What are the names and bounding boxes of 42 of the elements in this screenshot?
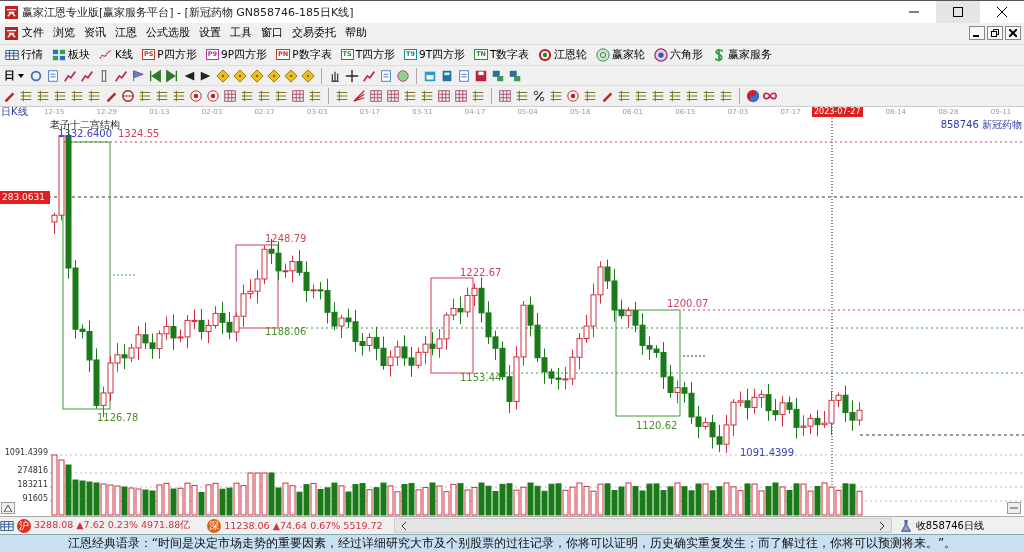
price-tag: 283.0631 <box>0 191 50 205</box>
price-annotation: 1091.4399 <box>740 447 795 459</box>
volume-axis-label: 1091.4399 <box>4 448 48 458</box>
menu-item[interactable]: 交易委托 <box>292 26 336 41</box>
cursor-date-label: 2023-07-27 <box>812 107 863 118</box>
toolbar-button[interactable]: K线 <box>96 45 136 64</box>
price-annotation: 1126.78 <box>97 412 139 424</box>
toolbar-button[interactable]: 板块 <box>49 45 93 64</box>
toolbar-button[interactable]: 行情 <box>2 45 46 64</box>
price-annotation: 1153.44 <box>460 372 502 384</box>
price-annotation: 1120.62 <box>636 420 678 432</box>
menu-item[interactable]: 窗口 <box>261 26 283 41</box>
status-text: 收858746日线 <box>915 518 984 533</box>
period-label: 日K线 <box>1 106 28 119</box>
volume-axis-label: 91605 <box>22 494 48 504</box>
price-annotation: 1188.06 <box>265 326 307 338</box>
menu-item[interactable]: 公式选股 <box>146 26 190 41</box>
menu-item[interactable]: 资讯 <box>84 26 106 41</box>
menu-item[interactable]: 江恩 <box>115 26 137 41</box>
price-annotation: 1200.07 <box>667 298 709 310</box>
period-dropdown[interactable]: 日 <box>2 66 26 85</box>
price-annotation: 1248.79 <box>265 233 307 245</box>
menu-item[interactable]: 浏览 <box>53 26 75 41</box>
menu-item[interactable]: 设置 <box>199 26 221 41</box>
menu-item[interactable]: 文件 <box>22 26 44 41</box>
toolbar-button[interactable]: 赢家轮 <box>593 45 649 64</box>
window-title: 赢家江恩专业版[赢家服务平台] - [新冠药物 GN858746-185日K线] <box>22 4 355 20</box>
volume-axis-label: 183211 <box>17 480 48 490</box>
volume-axis-label: 274816 <box>17 466 48 476</box>
stock-label: 858746 新冠药物 <box>940 119 1022 131</box>
index-quote: 3288.08 ▲7.62 0.23% 4971.88亿 <box>34 519 191 533</box>
menu-item[interactable]: 工具 <box>230 26 252 41</box>
price-annotation: 1324.55 <box>118 128 160 140</box>
price-annotation: 1222.67 <box>460 267 502 279</box>
quote-ticker: 江恩经典语录：“时间是决定市场走势的重要因素，经过详细研究大市及个别股票的过往记录，你将可以证明，历史确实重复发生；而了解过往，你将可以预测将来。”。 <box>67 535 957 552</box>
index-quote: 11238.06 ▲74.64 0.67% 5519.72 <box>224 520 383 532</box>
menu-item[interactable]: 帮助 <box>345 26 367 41</box>
toolbar-button[interactable]: 江恩轮 <box>535 45 591 64</box>
exchange-badge: 沪 <box>17 518 31 533</box>
toolbar-button[interactable]: 赢家服务 <box>709 45 776 64</box>
exchange-badge: 深 <box>207 518 222 533</box>
toolbar-button[interactable]: 六角形 <box>651 45 707 64</box>
